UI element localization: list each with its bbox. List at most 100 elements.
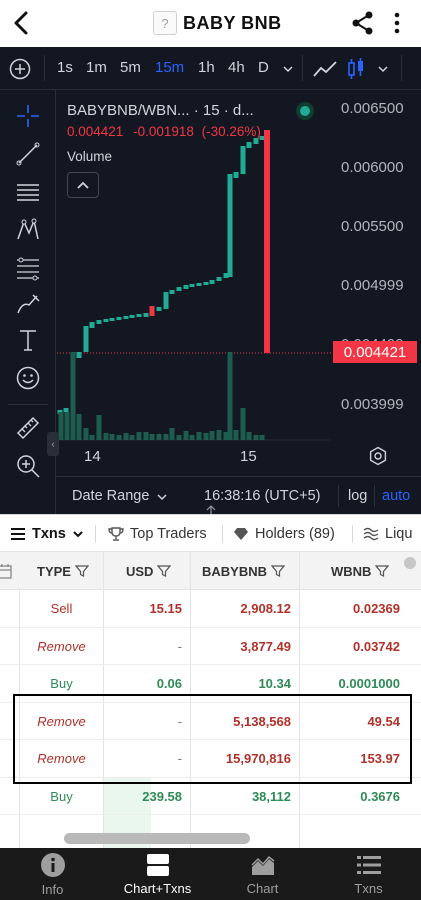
nav-label: Info	[41, 881, 64, 897]
volume-bar	[64, 412, 70, 440]
interval-5m[interactable]: 5m	[120, 59, 141, 76]
candle	[189, 284, 195, 287]
share-icon[interactable]	[351, 10, 375, 36]
candle	[183, 285, 189, 289]
nav-chart-txns[interactable]: Chart+Txns	[105, 848, 210, 900]
txn-type: Sell	[50, 601, 73, 616]
liquidity-icon	[363, 527, 379, 541]
txn-babybnb: 3,877.49	[240, 638, 291, 654]
price-axis-label: 0.004999	[341, 277, 404, 294]
column-label: USD	[126, 563, 154, 579]
interval-1s[interactable]: 1s	[57, 59, 73, 76]
add-indicator-icon[interactable]	[9, 58, 31, 80]
log-scale-toggle[interactable]: log	[348, 488, 367, 504]
candle	[76, 352, 82, 358]
price-axis-label: 0.003999	[341, 396, 404, 413]
emoji-icon[interactable]	[14, 364, 42, 392]
volume-label: Volume	[67, 149, 113, 164]
tab-liquidity[interactable]: Liqu	[363, 515, 412, 553]
nav-label: Chart	[246, 880, 279, 896]
crosshair-icon[interactable]	[14, 102, 42, 130]
volume-bar	[169, 428, 175, 440]
chevron-down-icon[interactable]	[377, 64, 389, 74]
list-icon	[11, 528, 25, 540]
horizontal-lines-icon[interactable]	[14, 178, 42, 206]
chevron-left-icon[interactable]	[8, 8, 34, 38]
txn-type: Remove	[37, 638, 86, 654]
column-label: WBNB	[331, 563, 372, 579]
nav-chart[interactable]: Chart	[210, 848, 315, 900]
more-vertical-icon[interactable]	[388, 10, 406, 36]
column-header-usd[interactable]: USD	[126, 552, 172, 590]
txn-wbnb: 0.03742	[353, 638, 400, 654]
tab-label: Holders (89)	[255, 526, 335, 542]
bottom-navigation: Info Chart+Txns Chart Txns	[0, 848, 421, 900]
auto-scale-toggle[interactable]: auto	[382, 488, 410, 504]
filter-icon[interactable]	[74, 564, 89, 578]
interval-1m[interactable]: 1m	[86, 59, 107, 76]
interval-1h[interactable]: 1h	[198, 59, 215, 76]
price-axis-label: 0.005500	[341, 218, 404, 235]
column-header-wbnb[interactable]: WBNB	[331, 552, 390, 590]
candle	[246, 142, 252, 148]
collapse-legend-button[interactable]	[67, 172, 99, 198]
nav-info[interactable]: Info	[0, 848, 105, 900]
tab-txns[interactable]: Txns	[10, 515, 84, 553]
candle	[129, 315, 135, 318]
candle	[209, 280, 215, 284]
vertical-scroll-thumb[interactable]	[404, 557, 416, 569]
chart-settings-icon[interactable]	[368, 446, 388, 466]
diamond-icon	[234, 528, 248, 540]
horizontal-scrollbar[interactable]	[64, 833, 250, 844]
candlestick-icon[interactable]	[346, 57, 366, 81]
nav-txns[interactable]: Txns	[316, 848, 421, 900]
filter-icon[interactable]	[157, 564, 172, 578]
trend-line-icon[interactable]	[14, 140, 42, 168]
zoom-in-icon[interactable]	[14, 452, 42, 480]
candle	[156, 307, 162, 311]
candlestick-chart[interactable]	[0, 90, 421, 514]
volume-bar	[183, 431, 189, 440]
date-range-button[interactable]: Date Range	[72, 488, 149, 504]
fib-retracement-icon[interactable]	[14, 254, 42, 282]
column-header-type[interactable]: TYPE	[37, 552, 89, 590]
interval-15m[interactable]: 15m	[155, 59, 184, 76]
calendar-icon[interactable]	[0, 563, 12, 579]
interval-d[interactable]: D	[258, 59, 269, 76]
volume-bar	[149, 434, 155, 440]
volume-bar	[136, 432, 142, 440]
toolbar-collapse-handle[interactable]: ‹	[47, 432, 59, 456]
chevron-down-icon[interactable]	[282, 64, 294, 74]
price-chart[interactable]: ‹ BABYBNB/WBN... · 15 · d... 0.004421 -0…	[0, 90, 421, 514]
line-chart-icon[interactable]	[312, 58, 338, 80]
price-axis-label: 0.006000	[341, 159, 404, 176]
table-row[interactable]: Sell 15.15 2,908.12 0.02369	[0, 590, 421, 628]
chart-clock[interactable]: 16:38:16 (UTC+5)	[204, 488, 320, 504]
table-row[interactable]: Remove - 3,877.49 0.03742	[0, 628, 421, 665]
brush-icon[interactable]	[14, 290, 42, 318]
text-tool-icon[interactable]	[14, 326, 42, 354]
price-legend: 0.004421 -0.001918 (-30.26%)	[67, 124, 261, 139]
candle	[169, 290, 175, 294]
tab-top-traders[interactable]: Top Traders	[108, 515, 207, 553]
highlight-annotation	[13, 694, 412, 784]
nav-label: Chart+Txns	[123, 880, 192, 896]
volume-bar	[156, 434, 162, 440]
ruler-icon[interactable]	[14, 414, 42, 442]
info-icon	[40, 852, 65, 877]
tab-holders[interactable]: Holders (89)	[233, 515, 335, 553]
chevron-down-icon[interactable]	[156, 492, 168, 502]
filter-icon[interactable]	[271, 564, 285, 578]
volume-bar	[203, 433, 209, 440]
candle	[143, 313, 149, 317]
volume-bar	[123, 433, 129, 440]
column-header-babybnb[interactable]: BABYBNB	[202, 552, 285, 590]
interval-4h[interactable]: 4h	[228, 59, 245, 76]
pattern-icon[interactable]	[14, 216, 42, 244]
volume-bar	[233, 430, 239, 440]
symbol-label[interactable]: BABYBNB/WBN... · 15 · d...	[67, 102, 254, 119]
volume-bar	[89, 435, 95, 440]
filter-icon[interactable]	[375, 564, 390, 578]
candle	[240, 146, 246, 174]
price-change-pct: (-30.26%)	[201, 124, 261, 139]
